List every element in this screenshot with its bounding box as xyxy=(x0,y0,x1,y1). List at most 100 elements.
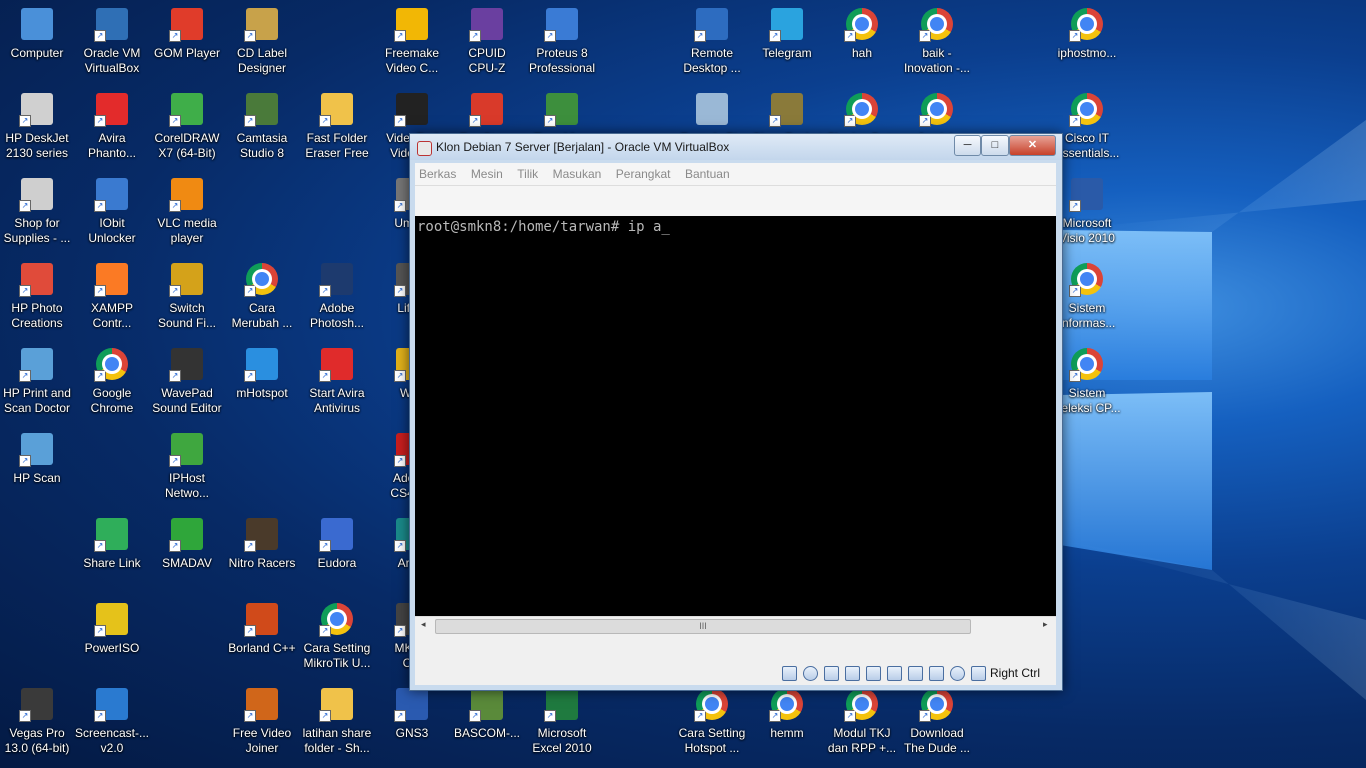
desktop-icon-label: CD Label Designer xyxy=(236,46,288,75)
desktop-icon[interactable]: ↗ Avira Phanto... xyxy=(74,93,150,161)
desktop-icon[interactable]: ↗ Fast Folder Eraser Free xyxy=(299,93,375,161)
desktop-icon[interactable]: ↗ iphostmo... xyxy=(1049,8,1125,61)
desktop-icon[interactable]: ↗ Modul TKJ dan RPP +... xyxy=(824,688,900,756)
desktop-icon[interactable]: ↗ Nitro Racers xyxy=(224,518,300,571)
optical-drive-icon[interactable] xyxy=(803,666,818,681)
desktop-icon[interactable]: ↗ CD Label Designer xyxy=(224,8,300,76)
menu-bantuan[interactable]: Bantuan xyxy=(681,163,736,181)
desktop-icon[interactable]: ↗ Google Chrome xyxy=(74,348,150,416)
desktop-icon-label: Modul TKJ dan RPP +... xyxy=(827,726,897,755)
desktop-icon-label: hemm xyxy=(770,726,804,740)
desktop-icon[interactable]: ↗ baik - Inovation -... xyxy=(899,8,975,76)
desktop-icon[interactable]: ↗ Cara Setting MikroTik U... xyxy=(299,603,375,671)
desktop-icon[interactable]: ↗ Cara Setting Hotspot ... xyxy=(674,688,750,756)
desktop-icon[interactable]: ↗ HP Print and Scan Doctor xyxy=(0,348,75,416)
desktop-icon[interactable]: ↗ Switch Sound Fi... xyxy=(149,263,225,331)
examview-icon: ↗ xyxy=(544,93,578,127)
desktop-icon[interactable]: ↗ mHotspot xyxy=(224,348,300,401)
desktop-icon[interactable]: ↗ XAMPP Contr... xyxy=(74,263,150,331)
scrollbar-thumb[interactable]: III xyxy=(435,619,971,634)
desktop-icon[interactable]: ↗ Vegas Pro 13.0 (64-bit) xyxy=(0,688,75,756)
desktop-icon[interactable]: ↗ Remote Desktop ... xyxy=(674,8,750,76)
recording-icon[interactable] xyxy=(929,666,944,681)
desktop-icon[interactable]: ↗ latihan share folder - Sh... xyxy=(299,688,375,756)
usb-icon[interactable] xyxy=(845,666,860,681)
desktop-icon[interactable]: ↗ CorelDRAW X7 (64-Bit) xyxy=(149,93,225,161)
network-icon[interactable] xyxy=(824,666,839,681)
desktop-icon[interactable]: ↗ PowerISO xyxy=(74,603,150,656)
desktop-icon[interactable]: ↗ HP Scan xyxy=(0,433,75,486)
shortcut-arrow-icon: ↗ xyxy=(169,285,181,297)
desktop-icon[interactable]: ↗ Microsoft Excel 2010 xyxy=(524,688,600,756)
desktop-icon[interactable]: ↗ SMADAV xyxy=(149,518,225,571)
desktop-icon[interactable]: ↗ Eudora xyxy=(299,518,375,571)
desktop-icon[interactable]: ↗ Adobe Photosh... xyxy=(299,263,375,331)
shortcut-arrow-icon: ↗ xyxy=(844,115,856,127)
virtualbox-window[interactable]: Klon Debian 7 Server [Berjalan] - Oracle… xyxy=(409,133,1063,691)
mouse-integration-icon[interactable] xyxy=(950,666,965,681)
desktop-icon[interactable]: ↗ hah xyxy=(824,8,900,61)
window-titlebar[interactable]: Klon Debian 7 Server [Berjalan] - Oracle… xyxy=(410,134,1062,160)
desktop-icon[interactable]: ↗ IObit Unlocker xyxy=(74,178,150,246)
menu-masukan[interactable]: Masukan xyxy=(549,163,608,181)
shortcut-arrow-icon: ↗ xyxy=(319,710,331,722)
desktop-icon[interactable]: ↗ Cara Merubah ... xyxy=(224,263,300,331)
desktop-icon-label: CorelDRAW X7 (64-Bit) xyxy=(154,131,220,160)
shortcut-arrow-icon: ↗ xyxy=(19,115,31,127)
share-link-icon: ↗ xyxy=(94,518,128,552)
menu-tilik[interactable]: Tilik xyxy=(513,163,544,181)
shortcut-arrow-icon: ↗ xyxy=(319,285,331,297)
desktop-icon[interactable]: ↗ WavePad Sound Editor xyxy=(149,348,225,416)
chrome-icon: ↗ xyxy=(94,348,128,382)
wifi-icon: ↗ xyxy=(244,348,278,382)
desktop-icon[interactable]: ↗ Start Avira Antivirus xyxy=(299,348,375,416)
desktop-icon[interactable]: Computer xyxy=(0,8,75,61)
minimize-button[interactable]: ─ xyxy=(954,135,981,156)
chrome-icon: ↗ xyxy=(769,688,803,722)
shortcut-arrow-icon: ↗ xyxy=(844,30,856,42)
desktop-icon[interactable]: ↗ Proteus 8 Professional xyxy=(524,8,600,76)
desktop-icon[interactable]: ↗ GOM Player xyxy=(149,8,225,61)
shortcut-arrow-icon: ↗ xyxy=(1069,285,1081,297)
desktop-icon[interactable]: ↗ Free Video Joiner xyxy=(224,688,300,756)
hard-disk-icon[interactable] xyxy=(782,666,797,681)
desktop-icon[interactable]: ↗ Borland C++ xyxy=(224,603,300,656)
desktop-icon[interactable]: ↗ GNS3 xyxy=(374,688,450,741)
cd-label-icon: ↗ xyxy=(244,8,278,42)
shortcut-arrow-icon: ↗ xyxy=(1069,200,1081,212)
desktop-icon[interactable]: ↗ Camtasia Studio 8 xyxy=(224,93,300,161)
desktop-icon[interactable]: ↗ CPUID CPU-Z xyxy=(449,8,525,76)
desktop-icon[interactable]: ↗ Screencast-... v2.0 xyxy=(74,688,150,756)
visio-icon: ↗ xyxy=(1069,178,1103,212)
desktop-icon[interactable]: ↗ VLC media player xyxy=(149,178,225,246)
close-button[interactable]: ✕ xyxy=(1009,135,1056,156)
cisco-packet-tracer-icon: ↗ xyxy=(769,93,803,127)
horizontal-scrollbar[interactable]: ◂ III ▸ xyxy=(415,616,1056,635)
shared-folder-icon[interactable] xyxy=(866,666,881,681)
desktop-icon[interactable]: ↗ hemm xyxy=(749,688,825,741)
menu-berkas[interactable]: Berkas xyxy=(415,163,462,181)
display-icon[interactable] xyxy=(887,666,902,681)
desktop-icon[interactable]: ↗ HP DeskJet 2130 series xyxy=(0,93,75,161)
desktop-icon[interactable]: ↗ Telegram xyxy=(749,8,825,61)
shortcut-arrow-icon: ↗ xyxy=(94,370,106,382)
desktop-icon[interactable]: ↗ BASCOM-... xyxy=(449,688,525,741)
xampp-icon: ↗ xyxy=(94,263,128,297)
desktop-icon[interactable]: ↗ HP Photo Creations xyxy=(0,263,75,331)
desktop-icon[interactable]: ↗ Freemake Video C... xyxy=(374,8,450,76)
vm-console-screen[interactable]: root@smkn8:/home/tarwan# ip a_ xyxy=(415,216,1056,616)
desktop-icon[interactable]: ↗ IPHost Netwo... xyxy=(149,433,225,501)
scroll-left-arrow[interactable]: ◂ xyxy=(421,619,426,630)
desktop-icon[interactable]: ↗ Share Link xyxy=(74,518,150,571)
maximize-button[interactable]: □ xyxy=(981,135,1009,156)
desktop-icon[interactable]: ↗ Shop for Supplies - ... xyxy=(0,178,75,246)
video-capture-icon[interactable] xyxy=(908,666,923,681)
menu-perangkat[interactable]: Perangkat xyxy=(612,163,677,181)
shortcut-arrow-icon: ↗ xyxy=(394,455,406,467)
keyboard-icon[interactable] xyxy=(971,666,986,681)
menu-mesin[interactable]: Mesin xyxy=(467,163,509,181)
desktop-icon[interactable]: ↗ Download The Dude ... xyxy=(899,688,975,756)
desktop-icon[interactable]: ↗ Oracle VM VirtualBox xyxy=(74,8,150,76)
scroll-right-arrow[interactable]: ▸ xyxy=(1043,619,1048,630)
shortcut-arrow-icon: ↗ xyxy=(169,200,181,212)
